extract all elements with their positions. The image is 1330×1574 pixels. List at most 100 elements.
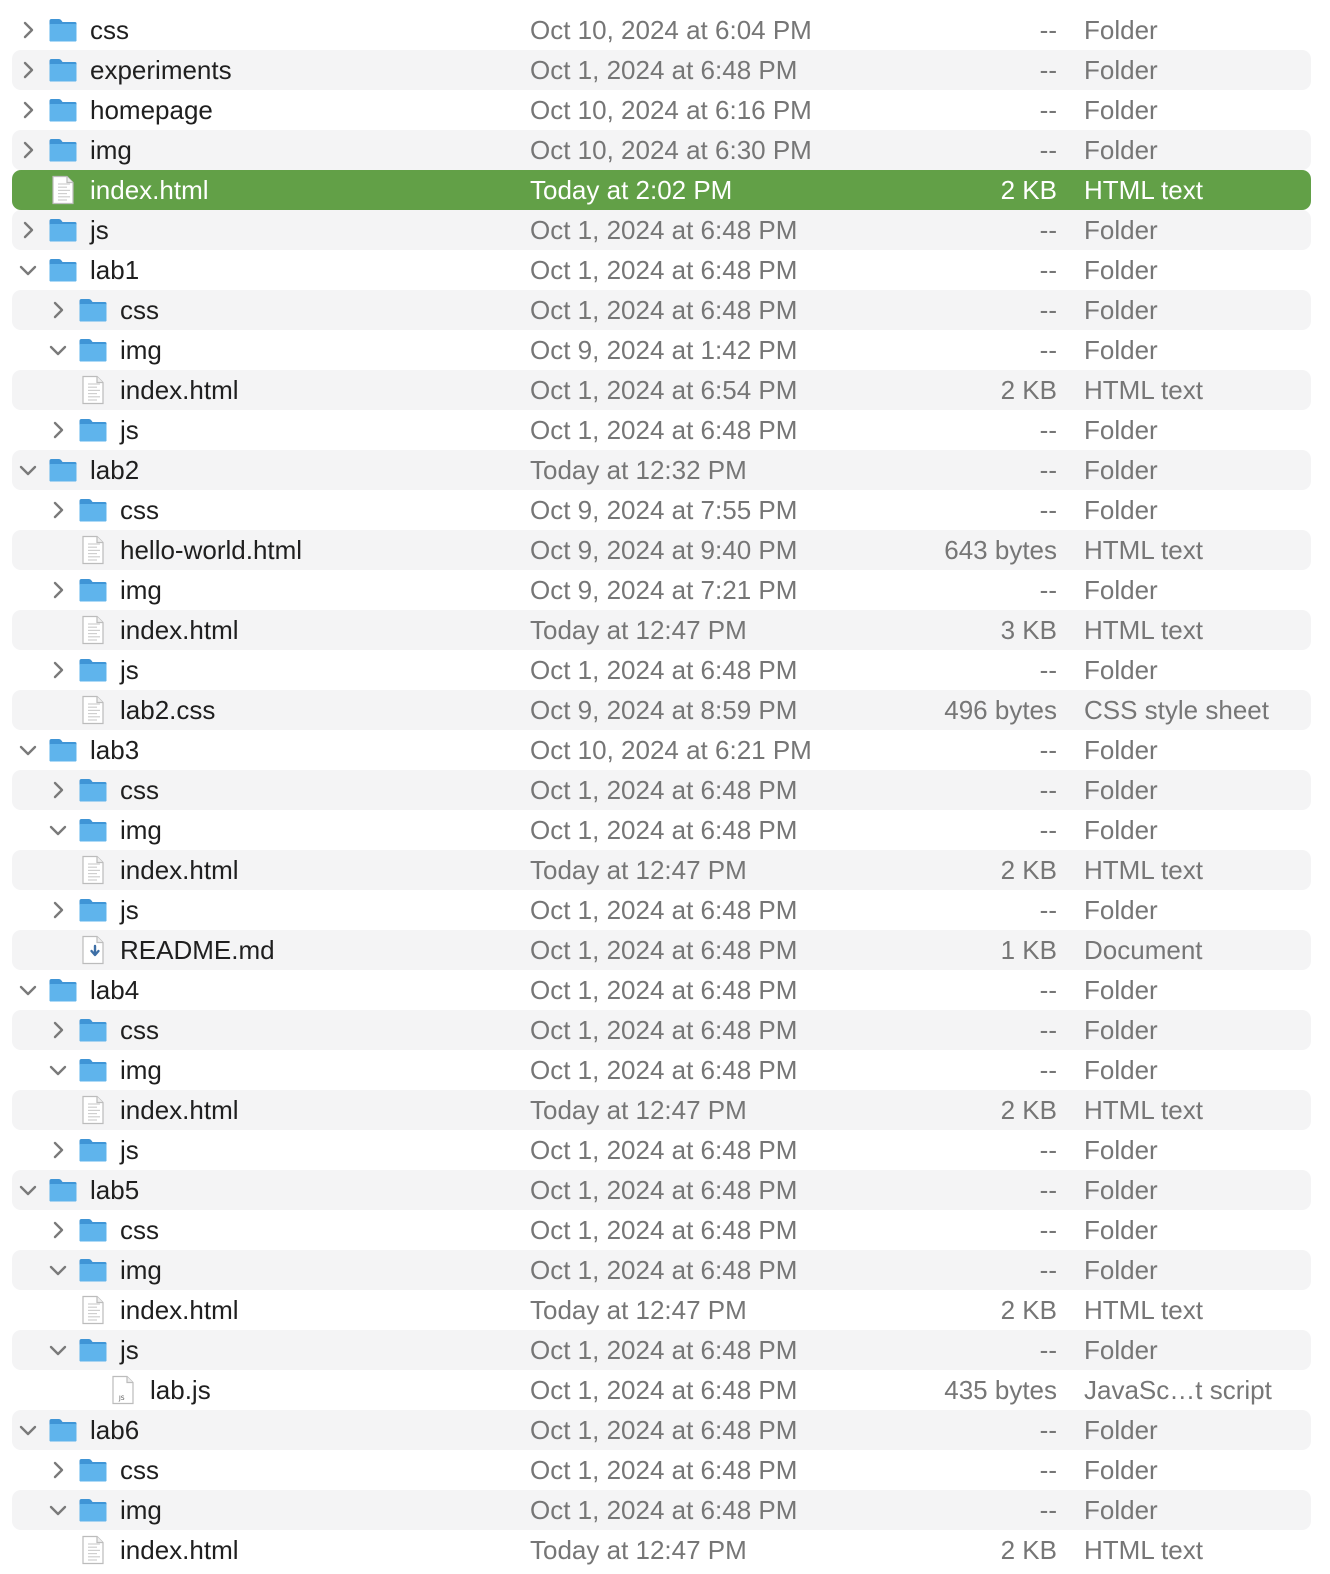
file-row[interactable]: index.html Today at 12:47 PM 2 KB HTML text — [12, 1290, 1311, 1330]
file-row[interactable]: lab3 Oct 10, 2024 at 6:21 PM -- Folder — [12, 730, 1311, 770]
file-row[interactable]: hello-world.html Oct 9, 2024 at 9:40 PM 64… — [12, 530, 1311, 570]
file-row[interactable]: index.html Today at 12:47 PM 2 KB HTML text — [12, 850, 1311, 890]
file-size: -- — [1039, 975, 1057, 1005]
chevron-right-icon[interactable] — [48, 570, 68, 610]
file-row[interactable]: lab2.css Oct 9, 2024 at 8:59 PM 496 bytes C… — [12, 690, 1311, 730]
chevron-right-icon[interactable] — [48, 770, 68, 810]
chevron-right-icon[interactable] — [18, 50, 38, 90]
folder-icon — [78, 1014, 108, 1046]
file-kind: Folder — [1084, 655, 1158, 685]
date-modified: Oct 9, 2024 at 7:55 PM — [530, 495, 798, 525]
chevron-down-icon[interactable] — [48, 1490, 68, 1530]
file-row[interactable]: css Oct 1, 2024 at 6:48 PM -- Folder — [12, 1450, 1311, 1490]
file-name: css — [120, 1215, 159, 1245]
chevron-right-icon[interactable] — [48, 650, 68, 690]
chevron-down-icon[interactable] — [48, 1330, 68, 1370]
file-row[interactable]: js Oct 1, 2024 at 6:48 PM -- Folder — [12, 1130, 1311, 1170]
chevron-right-icon[interactable] — [48, 1450, 68, 1490]
file-row[interactable]: css Oct 9, 2024 at 7:55 PM -- Folder — [12, 490, 1311, 530]
folder-icon — [78, 1494, 108, 1526]
file-row[interactable]: README.md Oct 1, 2024 at 6:48 PM 1 KB Docum… — [12, 930, 1311, 970]
file-row[interactable]: lab2 Today at 12:32 PM -- Folder — [12, 450, 1311, 490]
file-row[interactable]: css Oct 1, 2024 at 6:48 PM -- Folder — [12, 1210, 1311, 1250]
name-cell: img — [48, 330, 162, 370]
file-row[interactable]: img Oct 9, 2024 at 7:21 PM -- Folder — [12, 570, 1311, 610]
file-row[interactable]: js Oct 1, 2024 at 6:48 PM -- Folder — [12, 650, 1311, 690]
chevron-right-icon[interactable] — [18, 210, 38, 250]
file-row[interactable]: css Oct 10, 2024 at 6:04 PM -- Folder — [12, 10, 1311, 50]
file-row[interactable]: js Oct 1, 2024 at 6:48 PM -- Folder — [12, 1330, 1311, 1370]
name-cell: img — [48, 1250, 162, 1290]
date-modified: Today at 12:47 PM — [530, 855, 747, 885]
chevron-down-icon[interactable] — [18, 250, 38, 290]
chevron-right-icon[interactable] — [48, 410, 68, 450]
name-cell: js — [48, 1130, 139, 1170]
name-cell: index.html — [18, 170, 209, 210]
file-row[interactable]: css Oct 1, 2024 at 6:48 PM -- Folder — [12, 290, 1311, 330]
file-row[interactable]: img Oct 1, 2024 at 6:48 PM -- Folder — [12, 1050, 1311, 1090]
chevron-right-icon[interactable] — [48, 490, 68, 530]
file-row[interactable]: lab4 Oct 1, 2024 at 6:48 PM -- Folder — [12, 970, 1311, 1010]
name-cell: index.html — [48, 610, 239, 650]
file-row[interactable]: img Oct 10, 2024 at 6:30 PM -- Folder — [12, 130, 1311, 170]
file-row[interactable]: js Oct 1, 2024 at 6:48 PM -- Folder — [12, 210, 1311, 250]
chevron-down-icon[interactable] — [18, 450, 38, 490]
chevron-right-icon[interactable] — [18, 130, 38, 170]
folder-icon — [78, 574, 108, 606]
date-modified: Oct 9, 2024 at 8:59 PM — [530, 695, 798, 725]
chevron-down-icon[interactable] — [18, 970, 38, 1010]
chevron-right-icon[interactable] — [18, 90, 38, 130]
file-row[interactable]: css Oct 1, 2024 at 6:48 PM -- Folder — [12, 770, 1311, 810]
file-row[interactable]: img Oct 1, 2024 at 6:48 PM -- Folder — [12, 1250, 1311, 1290]
chevron-right-icon[interactable] — [48, 1130, 68, 1170]
file-size: 496 bytes — [944, 695, 1057, 725]
folder-icon — [48, 1174, 78, 1206]
chevron-down-icon[interactable] — [18, 1410, 38, 1450]
chevron-down-icon[interactable] — [18, 1170, 38, 1210]
file-row[interactable]: homepage Oct 10, 2024 at 6:16 PM -- Folder — [12, 90, 1311, 130]
file-row[interactable]: lab1 Oct 1, 2024 at 6:48 PM -- Folder — [12, 250, 1311, 290]
file-row[interactable]: index.html Oct 1, 2024 at 6:54 PM 2 KB HTML… — [12, 370, 1311, 410]
chevron-right-icon[interactable] — [48, 890, 68, 930]
name-cell: img — [48, 570, 162, 610]
file-row-selected[interactable]: index.html Today at 2:02 PM 2 KB HTML text — [12, 170, 1311, 210]
chevron-down-icon[interactable] — [48, 330, 68, 370]
file-size: 2 KB — [1000, 1535, 1057, 1565]
file-kind: Folder — [1084, 575, 1158, 605]
chevron-down-icon[interactable] — [48, 1050, 68, 1090]
file-row[interactable]: img Oct 1, 2024 at 6:48 PM -- Folder — [12, 1490, 1311, 1530]
file-size: 3 KB — [1000, 615, 1057, 645]
chevron-right-icon[interactable] — [48, 1010, 68, 1050]
html-file-icon — [78, 1294, 108, 1326]
file-size: -- — [1039, 1055, 1057, 1085]
chevron-down-icon[interactable] — [48, 1250, 68, 1290]
file-row[interactable]: index.html Today at 12:47 PM 3 KB HTML text — [12, 610, 1311, 650]
file-row[interactable]: lab5 Oct 1, 2024 at 6:48 PM -- Folder — [12, 1170, 1311, 1210]
file-size: -- — [1039, 1335, 1057, 1365]
file-row[interactable]: lab6 Oct 1, 2024 at 6:48 PM -- Folder — [12, 1410, 1311, 1450]
file-row[interactable]: css Oct 1, 2024 at 6:48 PM -- Folder — [12, 1010, 1311, 1050]
chevron-down-icon[interactable] — [18, 730, 38, 770]
file-name: img — [120, 575, 162, 605]
date-modified: Today at 2:02 PM — [530, 175, 733, 205]
file-row[interactable]: experiments Oct 1, 2024 at 6:48 PM -- Folde… — [12, 50, 1311, 90]
file-size: -- — [1039, 295, 1057, 325]
file-row[interactable]: img Oct 1, 2024 at 6:48 PM -- Folder — [12, 810, 1311, 850]
chevron-down-icon[interactable] — [48, 810, 68, 850]
file-size: -- — [1039, 655, 1057, 685]
file-row[interactable]: img Oct 9, 2024 at 1:42 PM -- Folder — [12, 330, 1311, 370]
file-row[interactable]: index.html Today at 12:47 PM 2 KB HTML text — [12, 1530, 1311, 1570]
file-row[interactable]: index.html Today at 12:47 PM 2 KB HTML text — [12, 1090, 1311, 1130]
folder-icon — [48, 14, 78, 46]
name-cell: lab3 — [18, 730, 139, 770]
chevron-right-icon[interactable] — [48, 290, 68, 330]
file-row[interactable]: JS lab.js Oct 1, 2024 at 6:48 PM 435 bytes J… — [12, 1370, 1311, 1410]
file-kind: Folder — [1084, 1015, 1158, 1045]
file-row[interactable]: js Oct 1, 2024 at 6:48 PM -- Folder — [12, 410, 1311, 450]
chevron-right-icon[interactable] — [18, 10, 38, 50]
file-size: -- — [1039, 575, 1057, 605]
file-row[interactable]: js Oct 1, 2024 at 6:48 PM -- Folder — [12, 890, 1311, 930]
chevron-right-icon[interactable] — [48, 1210, 68, 1250]
